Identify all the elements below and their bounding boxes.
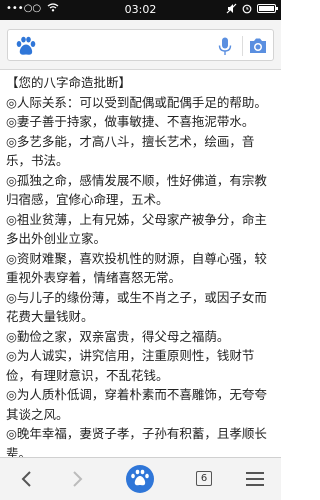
article-paragraph: ◎与儿子的缘份薄，或生不肖之子，或因子女而花费大量钱财。	[6, 289, 267, 325]
article-paragraph: ◎祖业贫薄，上有兄姊，父母家产被争分，命主多出外创业立家。	[6, 211, 267, 247]
battery-icon	[257, 4, 278, 13]
article-paragraph: ◎孤独之命，感情发展不顺，性好佛道，有宗教归宿感，宜修心命理，五术。	[6, 172, 267, 208]
arrow-left-icon	[21, 471, 31, 487]
article-paragraph: ◎为人诚实，讲究信用，注重原则性，钱财节俭，有理财意识，不乱花钱。	[6, 348, 255, 383]
status-icons	[226, 3, 278, 14]
arrow-right-icon	[73, 471, 83, 487]
forward-button[interactable]	[60, 464, 96, 494]
search-bar	[0, 20, 281, 70]
article-paragraph: ◎资财难聚，喜欢投机性的财源，自尊心强，较重视外表穿着，情绪喜怒无常。	[6, 250, 267, 286]
mute-icon	[226, 3, 237, 14]
article-paragraph: ◎多艺多能，才高八斗，擅长艺术，绘画，音乐，书法。	[6, 133, 255, 169]
baidu-paw-logo-icon	[16, 36, 36, 55]
article-paragraph: ◎晚年幸福，妻贤子孝，子孙有积蓄，且孝顺长辈。	[6, 426, 267, 457]
home-button[interactable]	[122, 464, 158, 494]
article-title: 【您的八字命造批断】	[6, 75, 132, 90]
article-content: 【您的八字命造批断】 ◎人际关系：可以受到配偶或配偶手足的帮助。 ◎妻子善于持家…	[0, 71, 281, 457]
tab-count-badge: 6	[196, 471, 212, 486]
back-button[interactable]	[8, 464, 44, 494]
article-paragraph: ◎人际关系：可以受到配偶或配偶手足的帮助。	[6, 94, 267, 110]
camera-icon[interactable]	[248, 37, 268, 55]
status-bar: •••○○ 03:02	[0, 0, 281, 20]
bottom-toolbar: 6	[0, 457, 281, 500]
tabs-button[interactable]: 6	[186, 464, 222, 494]
article-paragraph: ◎妻子善于持家，做事敏捷、不喜拖泥带水。	[6, 114, 255, 129]
article-paragraph: ◎为人质朴低调，穿着朴素而不喜雕饰，无夸夸其谈之风。	[6, 387, 267, 422]
alarm-icon	[242, 4, 252, 14]
microphone-icon[interactable]	[218, 37, 232, 56]
menu-icon	[246, 472, 264, 486]
search-divider	[242, 36, 243, 56]
menu-button[interactable]	[237, 464, 273, 494]
baidu-home-icon	[126, 465, 154, 493]
article-paragraph: ◎勤俭之家，双亲富贵，得父母之福荫。	[6, 328, 230, 344]
search-input[interactable]	[7, 29, 274, 61]
